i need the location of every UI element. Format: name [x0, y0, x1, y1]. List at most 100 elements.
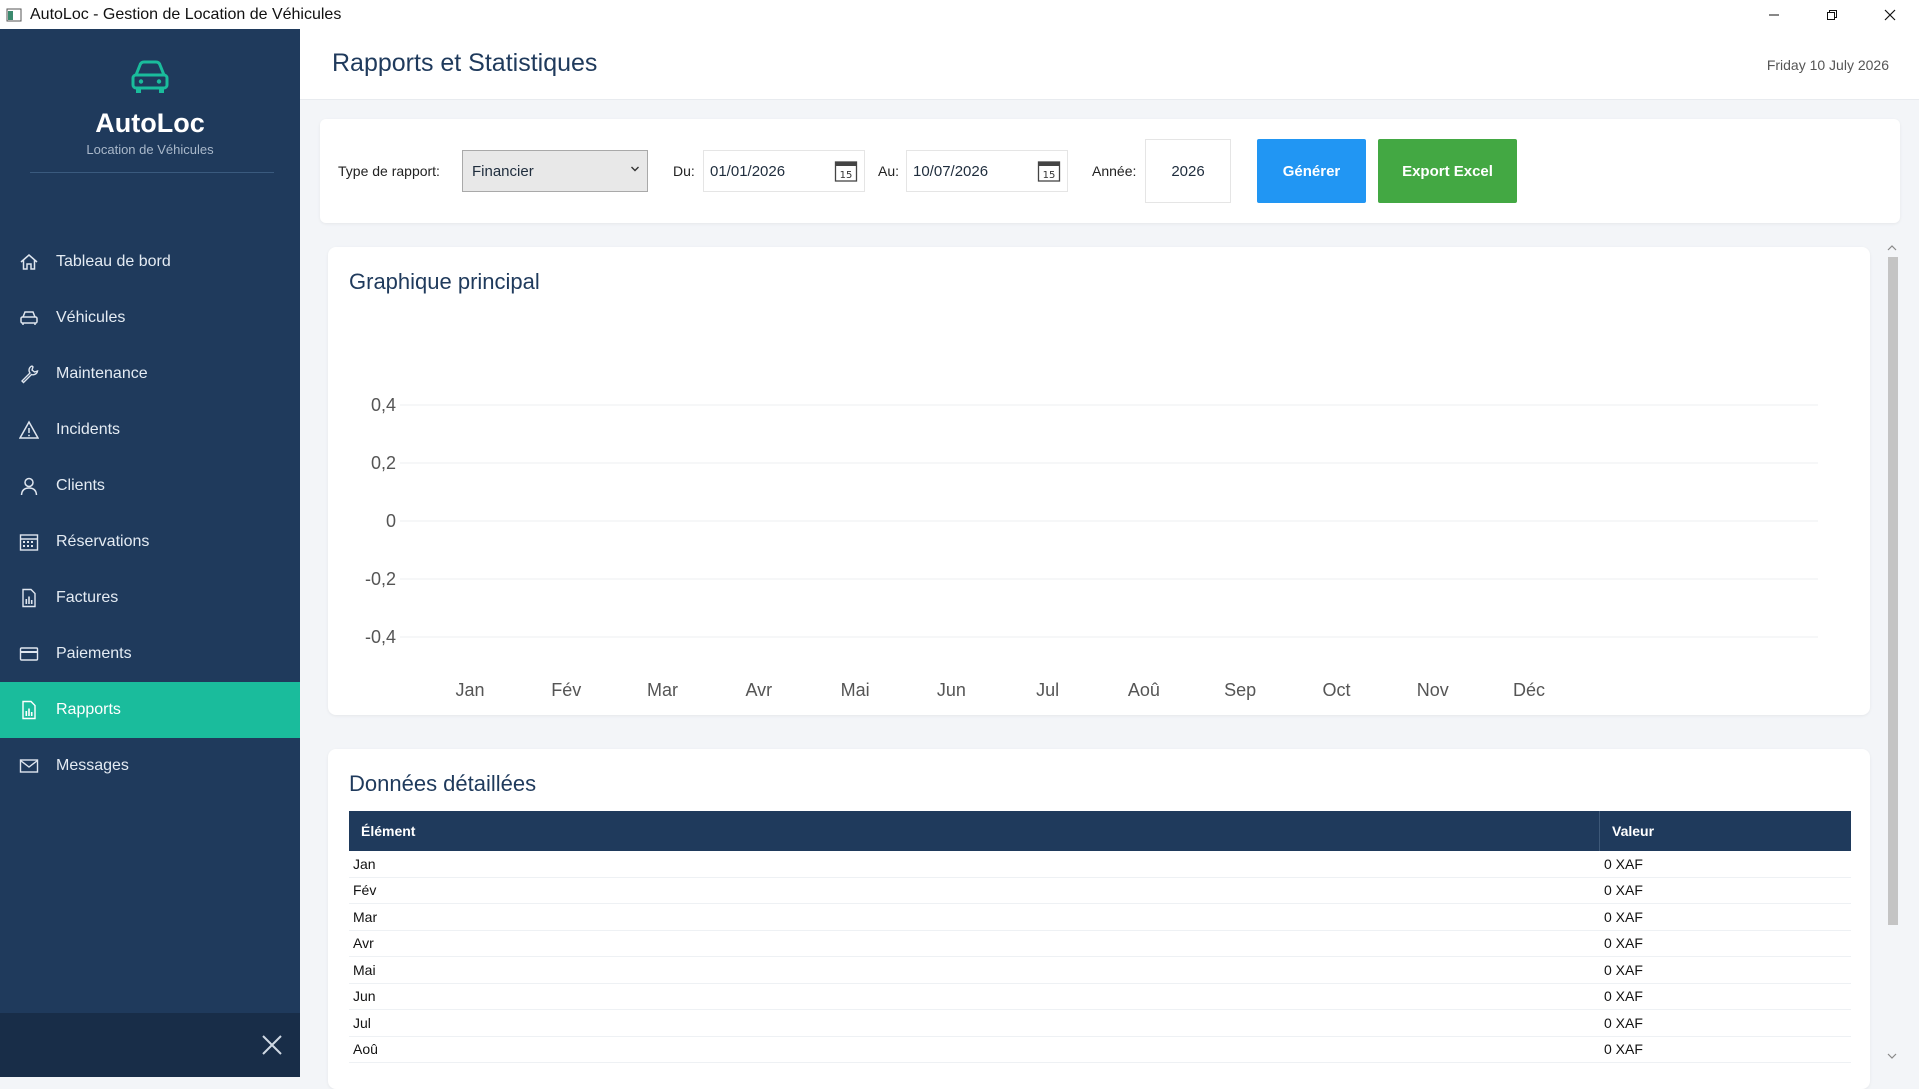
vertical-scrollbar[interactable]	[1883, 241, 1901, 1063]
car-icon	[18, 307, 40, 329]
to-date-picker[interactable]: 10/07/2026 15	[906, 150, 1068, 192]
x-tick-label: Avr	[745, 680, 772, 700]
x-tick-label: Jul	[1036, 680, 1059, 700]
page-title: Rapports et Statistiques	[332, 49, 598, 77]
cell-value: 0 XAF	[1604, 1014, 1643, 1031]
cell-element: Aoû	[353, 1041, 378, 1058]
cell-value: 0 XAF	[1604, 908, 1643, 925]
cell-element: Jan	[353, 855, 376, 872]
table-row[interactable]: Avr 0 XAF	[349, 931, 1851, 957]
table-row[interactable]: Fév 0 XAF	[349, 878, 1851, 904]
sidebar-item-vehicules[interactable]: Véhicules	[0, 290, 300, 346]
current-date: Friday 10 July 2026	[1766, 57, 1889, 73]
table-row[interactable]: Mai 0 XAF	[349, 957, 1851, 984]
table-row[interactable]: Jan 0 XAF	[349, 851, 1851, 878]
x-tick-label: Sep	[1224, 680, 1256, 700]
export-excel-button[interactable]: Export Excel	[1378, 139, 1517, 203]
x-tick-label: Aoû	[1128, 680, 1160, 700]
report-type-select[interactable]: Financier	[462, 150, 648, 192]
home-icon	[18, 251, 40, 273]
sidebar: AutoLoc Location de Véhicules Tableau de…	[0, 29, 300, 1077]
minimize-icon	[1769, 14, 1779, 15]
from-date-picker[interactable]: 01/01/2026 15	[703, 150, 865, 192]
from-date-value: 01/01/2026	[710, 162, 786, 180]
restore-icon	[1827, 9, 1837, 20]
calendar-icon[interactable]: 15	[1037, 159, 1061, 183]
generate-button[interactable]: Générer	[1257, 139, 1366, 203]
scroll-down-icon[interactable]	[1886, 1051, 1898, 1061]
cell-value: 0 XAF	[1604, 1041, 1643, 1058]
sidebar-item-label: Paiements	[56, 645, 132, 662]
window-titlebar: AutoLoc - Gestion de Location de Véhicul…	[0, 0, 1919, 30]
car-logo-icon	[131, 60, 169, 93]
sidebar-item-factures[interactable]: Factures	[0, 570, 300, 626]
column-header-value[interactable]: Valeur	[1600, 811, 1851, 851]
cell-value: 0 XAF	[1604, 882, 1643, 899]
sidebar-item-messages[interactable]: Messages	[0, 738, 300, 794]
y-tick-label: -0,4	[365, 627, 396, 647]
cell-element: Avr	[353, 935, 374, 952]
table-row[interactable]: Jun 0 XAF	[349, 984, 1851, 1010]
restore-button[interactable]	[1803, 0, 1861, 29]
from-date-label: Du:	[673, 163, 695, 179]
x-tick-label: Jan	[455, 680, 484, 700]
main-chart: 0,4 0,2 0 -0,2 -0,4 Jan Fév Mar Avr Mai Jun Jul Aoû S…	[365, 395, 1818, 700]
sidebar-item-label: Factures	[56, 589, 119, 606]
details-table: Élément Valeur Jan 0 XAF Fév 0 XAF Mar 0 XA…	[349, 811, 1851, 1063]
cell-element: Mai	[353, 961, 376, 978]
minimize-button[interactable]	[1745, 0, 1803, 29]
main-content: Rapports et Statistiques Friday 10 July …	[300, 29, 1919, 1089]
x-tick-label: Fév	[551, 680, 581, 700]
sidebar-item-tableau-de-bord[interactable]: Tableau de bord	[0, 234, 300, 290]
cell-element: Mar	[353, 908, 378, 925]
page-header: Rapports et Statistiques Friday 10 July …	[300, 29, 1919, 100]
calendar-day: 15	[840, 170, 853, 181]
column-header-element[interactable]: Élément	[349, 811, 1600, 851]
y-tick-label: 0,4	[371, 395, 396, 415]
sidebar-item-label: Tableau de bord	[56, 253, 171, 270]
year-value: 2026	[1171, 162, 1205, 180]
sidebar-item-maintenance[interactable]: Maintenance	[0, 346, 300, 402]
cell-value: 0 XAF	[1604, 855, 1643, 872]
x-tick-label: Jun	[937, 680, 966, 700]
close-window-button[interactable]	[1861, 0, 1919, 29]
to-date-label: Au:	[878, 163, 900, 179]
sidebar-item-rapports[interactable]: Rapports	[0, 682, 300, 738]
year-input[interactable]: 2026	[1145, 139, 1231, 203]
window-title: AutoLoc - Gestion de Location de Véhicul…	[30, 5, 342, 23]
table-row[interactable]: Mar 0 XAF	[349, 904, 1851, 931]
app-icon	[6, 8, 22, 21]
table-row[interactable]: Aoû 0 XAF	[349, 1037, 1851, 1063]
chart-card: Graphique principal 0,4 0,2 0 -0,2 -0,4 Jan Fé…	[328, 247, 1870, 715]
calendar-icon[interactable]: 15	[834, 159, 858, 183]
sidebar-item-label: Véhicules	[56, 309, 126, 326]
scroll-up-icon[interactable]	[1886, 243, 1898, 253]
sidebar-item-paiements[interactable]: Paiements	[0, 626, 300, 682]
sidebar-item-incidents[interactable]: Incidents	[0, 402, 300, 458]
x-tick-label: Mai	[841, 680, 870, 700]
table-row[interactable]: Jul 0 XAF	[349, 1010, 1851, 1037]
close-icon	[1884, 9, 1896, 20]
to-date-value: 10/07/2026	[913, 162, 989, 180]
sidebar-item-label: Réservations	[56, 533, 150, 550]
mail-icon	[18, 755, 40, 777]
sidebar-nav: Tableau de bord Véhicules Maintenance In…	[0, 234, 300, 794]
cell-value: 0 XAF	[1604, 988, 1643, 1005]
sidebar-item-clients[interactable]: Clients	[0, 458, 300, 514]
brand-subtitle: Location de Véhicules	[86, 142, 214, 157]
y-tick-label: -0,2	[365, 569, 396, 589]
scrollbar-thumb[interactable]	[1888, 257, 1898, 925]
sidebar-footer	[0, 1013, 300, 1077]
sidebar-item-label: Rapports	[56, 701, 121, 718]
report-type-value: Financier	[472, 162, 534, 180]
table-title: Données détaillées	[349, 771, 537, 796]
cell-element: Fév	[353, 882, 377, 899]
brand-name: AutoLoc	[95, 108, 205, 138]
card-icon	[18, 643, 40, 665]
filter-card: Type de rapport: Financier Du: 01/01/202…	[320, 119, 1900, 223]
invoice-icon	[18, 587, 40, 609]
user-icon	[18, 475, 40, 497]
x-tick-label: Oct	[1322, 680, 1350, 700]
sidebar-item-reservations[interactable]: Réservations	[0, 514, 300, 570]
close-icon[interactable]	[260, 1033, 284, 1057]
